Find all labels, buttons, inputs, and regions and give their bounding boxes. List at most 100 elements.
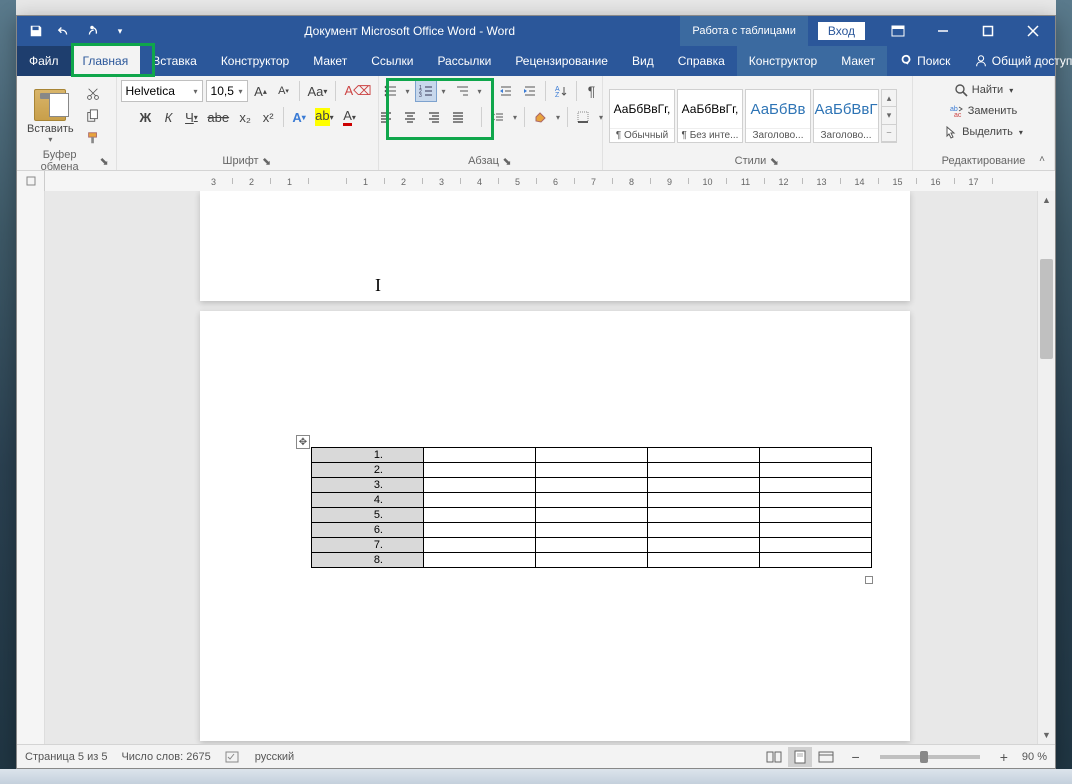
change-case-button[interactable]: Aa▾ (305, 80, 331, 102)
tab-layout[interactable]: Макет (301, 46, 359, 76)
share-button[interactable]: Общий доступ (962, 46, 1072, 76)
web-layout-button[interactable] (814, 747, 838, 767)
justify-button[interactable] (447, 106, 469, 128)
qat-customize[interactable]: ▾ (107, 18, 133, 44)
login-button[interactable]: Вход (818, 22, 865, 40)
tab-design[interactable]: Конструктор (209, 46, 301, 76)
multilevel-list-button[interactable] (451, 80, 473, 102)
shading-dropdown[interactable]: ▾ (553, 113, 563, 122)
superscript-button[interactable]: x² (258, 106, 278, 128)
styles-more[interactable]: ▴▾⎯ (881, 89, 897, 143)
ribbon-display-options[interactable] (875, 16, 920, 46)
table-row[interactable]: 4. (312, 493, 872, 508)
undo-button[interactable] (51, 18, 77, 44)
print-layout-button[interactable] (788, 747, 812, 767)
vertical-scrollbar[interactable]: ▲ ▼ (1037, 191, 1055, 744)
numbering-button[interactable]: 123 (415, 80, 437, 102)
find-button[interactable]: Найти▾ (950, 80, 1017, 100)
bullets-dropdown[interactable]: ▾ (403, 87, 413, 96)
line-spacing-dropdown[interactable]: ▾ (510, 113, 520, 122)
line-spacing-button[interactable] (486, 106, 508, 128)
zoom-in-button[interactable]: + (1000, 749, 1008, 765)
document-table[interactable]: 1.2.3.4.5.6.7.8. (311, 447, 872, 568)
maximize-button[interactable] (965, 16, 1010, 46)
zoom-out-button[interactable]: − (852, 749, 860, 765)
copy-button[interactable] (82, 106, 104, 126)
tab-file[interactable]: Файл (17, 46, 71, 76)
word-count[interactable]: Число слов: 2675 (121, 751, 210, 763)
paste-button[interactable]: Вставить ▾ (23, 87, 78, 146)
bullets-button[interactable] (379, 80, 401, 102)
numbering-dropdown[interactable]: ▾ (439, 87, 449, 96)
tab-references[interactable]: Ссылки (359, 46, 425, 76)
clipboard-dialog-launcher[interactable]: ⬊ (98, 155, 110, 167)
font-size-combo[interactable]: 10,5▾ (206, 80, 248, 102)
redo-button[interactable] (79, 18, 105, 44)
table-row[interactable]: 6. (312, 523, 872, 538)
style-card-2[interactable]: АаБбВвЗаголово... (745, 89, 811, 143)
style-card-3[interactable]: АаБбВвГЗаголово... (813, 89, 879, 143)
table-row[interactable]: 7. (312, 538, 872, 553)
scroll-up-button[interactable]: ▲ (1038, 191, 1055, 209)
align-center-button[interactable] (399, 106, 421, 128)
table-row[interactable]: 8. (312, 553, 872, 568)
shading-button[interactable] (529, 106, 551, 128)
horizontal-ruler[interactable] (17, 171, 1055, 191)
tab-review[interactable]: Рецензирование (503, 46, 620, 76)
highlight-button[interactable]: ab▾ (312, 106, 336, 128)
collapse-ribbon-button[interactable]: ˄ (1033, 154, 1051, 168)
cut-button[interactable] (82, 84, 104, 104)
table-move-handle[interactable]: ✥ (296, 435, 310, 449)
vertical-ruler[interactable] (17, 191, 45, 744)
language-indicator[interactable]: русский (255, 751, 294, 763)
scroll-thumb[interactable] (1040, 259, 1053, 359)
tell-me-search[interactable]: Поиск (887, 46, 962, 76)
show-marks-button[interactable]: ¶ (581, 80, 603, 102)
tab-home[interactable]: Главная (71, 46, 141, 76)
tab-help[interactable]: Справка (666, 46, 737, 76)
tab-table-design[interactable]: Конструктор (737, 46, 829, 76)
clear-formatting-button[interactable]: A⌫ (341, 80, 374, 102)
read-mode-button[interactable] (762, 747, 786, 767)
font-dialog-launcher[interactable]: ⬊ (261, 155, 273, 167)
tab-table-layout[interactable]: Макет (829, 46, 887, 76)
align-right-button[interactable] (423, 106, 445, 128)
borders-button[interactable] (572, 106, 594, 128)
tab-view[interactable]: Вид (620, 46, 666, 76)
styles-dialog-launcher[interactable]: ⬊ (768, 155, 780, 167)
close-button[interactable] (1010, 16, 1055, 46)
multilevel-dropdown[interactable]: ▾ (475, 87, 485, 96)
minimize-button[interactable] (920, 16, 965, 46)
sort-button[interactable]: AZ (550, 80, 572, 102)
format-painter-button[interactable] (82, 128, 104, 148)
spellcheck-button[interactable] (225, 750, 241, 764)
replace-button[interactable]: abacЗаменить (946, 101, 1021, 121)
paragraph-dialog-launcher[interactable]: ⬊ (501, 155, 513, 167)
align-left-button[interactable] (375, 106, 397, 128)
document-viewport[interactable]: ✥ 1.2.3.4.5.6.7.8. (45, 191, 1037, 744)
save-button[interactable] (23, 18, 49, 44)
ruler-corner[interactable] (17, 171, 45, 191)
tab-mailings[interactable]: Рассылки (425, 46, 503, 76)
zoom-level[interactable]: 90 % (1022, 751, 1047, 763)
table-resize-handle[interactable] (865, 576, 873, 584)
bold-button[interactable]: Ж (135, 106, 155, 128)
zoom-slider[interactable] (880, 755, 980, 759)
shrink-font-button[interactable]: A▾ (274, 80, 294, 102)
decrease-indent-button[interactable] (495, 80, 517, 102)
italic-button[interactable]: К (158, 106, 178, 128)
increase-indent-button[interactable] (519, 80, 541, 102)
underline-button[interactable]: Ч▾ (181, 106, 201, 128)
strikethrough-button[interactable]: abe (204, 106, 232, 128)
font-family-combo[interactable]: Helvetica▾ (121, 80, 203, 102)
style-card-0[interactable]: АаБбВвГг,¶ Обычный (609, 89, 675, 143)
table-row[interactable]: 2. (312, 463, 872, 478)
style-card-1[interactable]: АаБбВвГг,¶ Без инте... (677, 89, 743, 143)
font-color-button[interactable]: A▾ (340, 106, 360, 128)
select-button[interactable]: Выделить▾ (940, 122, 1027, 142)
grow-font-button[interactable]: A▴ (251, 80, 271, 102)
table-row[interactable]: 3. (312, 478, 872, 493)
tab-insert[interactable]: Вставка (140, 46, 209, 76)
table-row[interactable]: 1. (312, 448, 872, 463)
scroll-down-button[interactable]: ▼ (1038, 726, 1055, 744)
